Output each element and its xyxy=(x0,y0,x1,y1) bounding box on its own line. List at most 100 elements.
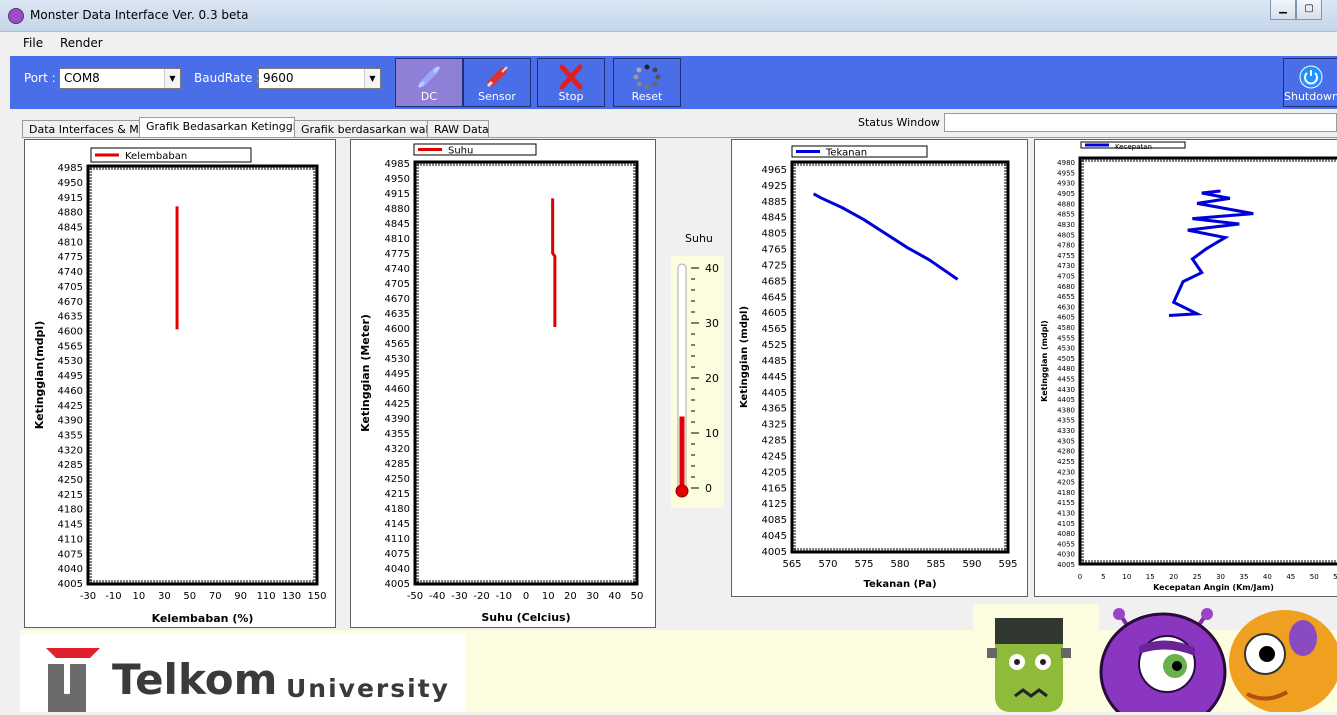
x-tick-label: 40 xyxy=(608,591,621,602)
y-tick-label: 4460 xyxy=(385,384,410,395)
y-tick-label: 4040 xyxy=(385,564,410,575)
x-tick-label: 580 xyxy=(890,559,909,570)
stop-button[interactable]: Stop xyxy=(537,58,605,107)
y-tick-label: 4285 xyxy=(762,436,787,447)
y-tick-label: 4280 xyxy=(1057,448,1075,456)
y-tick-label: 4480 xyxy=(1057,365,1075,373)
menu-file[interactable]: File xyxy=(23,36,43,50)
y-tick-label: 4930 xyxy=(1057,180,1075,188)
y-tick-label: 4285 xyxy=(58,460,83,471)
chevron-down-icon[interactable]: ▼ xyxy=(364,69,380,88)
x-tick-label: 30 xyxy=(158,591,171,602)
legend: Kecepatan xyxy=(1080,141,1186,151)
y-tick-label: 4705 xyxy=(385,279,410,290)
y-tick-label: 4605 xyxy=(1057,314,1075,322)
x-tick-label: 50 xyxy=(183,591,196,602)
thermometer-tick-label: 30 xyxy=(705,317,719,330)
y-tick-label: 4495 xyxy=(58,371,83,382)
y-tick-label: 4320 xyxy=(58,445,83,456)
maximize-button[interactable]: ▢ xyxy=(1296,0,1322,20)
y-tick-label: 4705 xyxy=(1057,272,1075,280)
y-tick-label: 4230 xyxy=(1057,468,1075,476)
y-tick-label: 4885 xyxy=(762,197,787,208)
x-tick-label: -10 xyxy=(105,591,121,602)
sensor-button[interactable]: Sensor xyxy=(463,58,531,107)
chart-suhu-panel: 4985 4950 4915 4880 4845 4810 4775 4740 4705 4670… xyxy=(350,139,656,628)
y-tick-label: 4950 xyxy=(385,174,410,185)
y-tick-label: 4305 xyxy=(1057,437,1075,445)
dc-button[interactable]: DC xyxy=(395,58,463,107)
reset-button[interactable]: Reset xyxy=(613,58,681,107)
chevron-down-icon[interactable]: ▼ xyxy=(164,69,180,88)
legend-label: Suhu xyxy=(448,146,473,157)
x-tick-label: -40 xyxy=(429,591,445,602)
y-tick-label: 4530 xyxy=(1057,345,1075,353)
y-tick-label: 4155 xyxy=(1057,499,1075,507)
y-tick-label: 4530 xyxy=(58,356,83,367)
y-tick-label: 4130 xyxy=(1057,509,1075,517)
y-tick-label: 4320 xyxy=(385,444,410,455)
y-tick-label: 4285 xyxy=(385,459,410,470)
y-tick-label: 4145 xyxy=(58,520,83,531)
x-tick-label: -30 xyxy=(451,591,467,602)
y-tick-label: 4685 xyxy=(762,276,787,287)
x-tick-label: -10 xyxy=(496,591,512,602)
y-tick-label: 4755 xyxy=(1057,252,1075,260)
tab-grafik-ketinggian[interactable]: Grafik Bedasarkan Ketinggian xyxy=(139,117,310,138)
x-axis-label: Tekanan (Pa) xyxy=(863,579,936,590)
y-tick-label: 4905 xyxy=(1057,190,1075,198)
y-tick-label: 4390 xyxy=(58,416,83,427)
thermometer-tick-label: 0 xyxy=(705,482,712,495)
y-tick-label: 4880 xyxy=(58,208,83,219)
shutdown-button[interactable]: Shutdown xyxy=(1283,58,1337,107)
reset-label: Reset xyxy=(631,90,663,103)
y-tick-label: 4655 xyxy=(1057,293,1075,301)
y-tick-label: 4600 xyxy=(58,327,83,338)
y-tick-label: 4080 xyxy=(1057,530,1075,538)
power-icon xyxy=(1299,65,1323,89)
y-tick-label: 4030 xyxy=(1057,551,1075,559)
chart-kecepatan: 4980 4955 4930 4905 4880 4855 4830 4805 4780 4755… xyxy=(1040,141,1337,592)
x-tick-label: 595 xyxy=(998,559,1017,570)
plot-area-frame xyxy=(413,160,639,586)
y-tick-label: 4845 xyxy=(762,213,787,224)
y-tick-label: 4445 xyxy=(762,372,787,383)
x-axis-label: Kelembaban (%) xyxy=(152,612,254,625)
status-window-field[interactable] xyxy=(944,113,1337,132)
minimize-button[interactable]: ▁ xyxy=(1270,0,1296,20)
y-tick-label: 4255 xyxy=(1057,458,1075,466)
y-tick-label: 4810 xyxy=(58,237,83,248)
thermometer-svg: 40 30 20 10 0 xyxy=(675,262,719,498)
y-tick-label: 4105 xyxy=(1057,520,1075,528)
thermometer-bulb xyxy=(675,484,689,498)
x-tick-label: 590 xyxy=(962,559,981,570)
toolbar: Port : COM8 ▼ BaudRate : 9600 ▼ DC Senso… xyxy=(10,56,1337,109)
menu-render[interactable]: Render xyxy=(60,36,103,50)
monster-app-icon xyxy=(8,8,24,24)
y-tick-label: 4365 xyxy=(762,404,787,415)
y-tick-label: 4630 xyxy=(1057,303,1075,311)
port-select[interactable]: COM8 ▼ xyxy=(59,68,181,89)
chart-tekanan-panel: 4965 4925 4885 4845 4805 4765 4725 4685 4645 4605… xyxy=(731,139,1028,597)
baudrate-select[interactable]: 9600 ▼ xyxy=(258,68,381,89)
y-tick-label: 4555 xyxy=(1057,334,1075,342)
y-tick-label: 4740 xyxy=(385,264,410,275)
baudrate-value: 9600 xyxy=(263,71,294,85)
tab-data-interfaces[interactable]: Data Interfaces & Map xyxy=(22,120,153,138)
y-axis-label: Ketinggian (mdpl) xyxy=(739,306,750,408)
tab-grafik-waktu[interactable]: Grafik berdasarkan waktu xyxy=(294,120,443,138)
thermometer-fill xyxy=(679,416,685,488)
x-tick-label: 90 xyxy=(234,591,247,602)
y-tick-label: 4880 xyxy=(385,204,410,215)
x-tick-label: 10 xyxy=(1122,573,1131,581)
x-tick-label: 110 xyxy=(257,591,276,602)
y-tick-label: 4005 xyxy=(385,579,410,590)
x-tick-label: 150 xyxy=(307,591,326,602)
y-tick-label: 4730 xyxy=(1057,262,1075,270)
thermometer-gauge: 40 30 20 10 0 xyxy=(671,256,724,508)
tab-raw-data[interactable]: RAW Data xyxy=(427,120,489,138)
y-tick-label: 4005 xyxy=(1057,561,1075,569)
y-tick-label: 4430 xyxy=(1057,386,1075,394)
y-tick-label: 4670 xyxy=(385,294,410,305)
y-tick-label: 4810 xyxy=(385,234,410,245)
